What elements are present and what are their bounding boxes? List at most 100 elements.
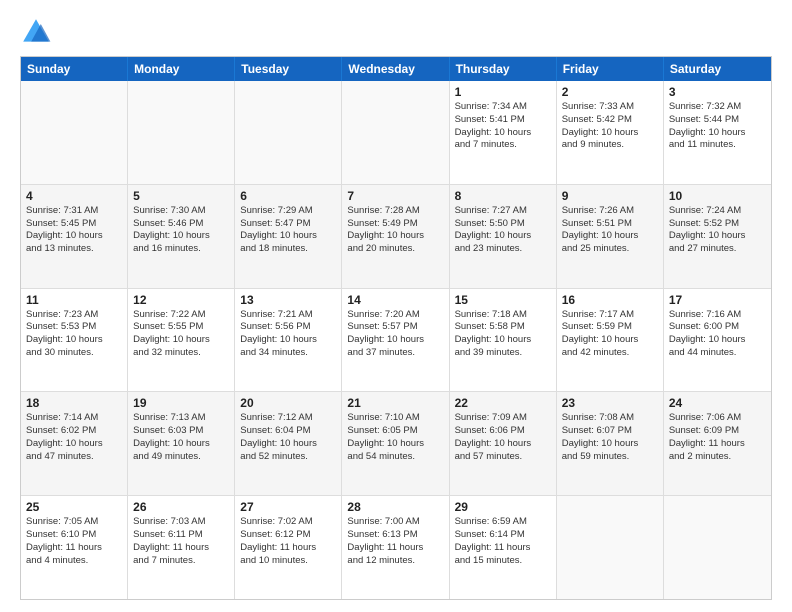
day-number: 12	[133, 293, 229, 307]
calendar-row-4: 25 Sunrise: 7:05 AM Sunset: 6:10 PM Dayli…	[21, 495, 771, 599]
day-info: Sunrise: 7:00 AM Sunset: 6:13 PM Dayligh…	[347, 516, 443, 567]
logo-icon	[20, 16, 52, 48]
day-number: 20	[240, 396, 336, 410]
calendar-row-1: 4Sunrise: 7:31 AM Sunset: 5:45 PM Daylig…	[21, 184, 771, 288]
day-info: Sunrise: 7:29 AM Sunset: 5:47 PM Dayligh…	[240, 205, 336, 256]
day-cell-29: 29 Sunrise: 6:59 AM Sunset: 6:14 PM Dayli…	[450, 496, 557, 599]
day-cell-1: 1 Sunrise: 7:34 AM Sunset: 5:41 PM Daylig…	[450, 81, 557, 184]
day-number: 7	[347, 189, 443, 203]
day-number: 4	[26, 189, 122, 203]
day-number: 17	[669, 293, 766, 307]
day-info: Sunrise: 7:05 AM Sunset: 6:10 PM Dayligh…	[26, 516, 122, 567]
day-info: Sunrise: 7:20 AM Sunset: 5:57 PM Dayligh…	[347, 309, 443, 360]
day-cell-15: 15 Sunrise: 7:18 AM Sunset: 5:58 PM Dayli…	[450, 289, 557, 392]
day-info: Sunrise: 7:30 AM Sunset: 5:46 PM Dayligh…	[133, 205, 229, 256]
day-info: Sunrise: 7:26 AM Sunset: 5:51 PM Dayligh…	[562, 205, 658, 256]
day-number: 25	[26, 500, 122, 514]
day-cell-2: 2 Sunrise: 7:33 AM Sunset: 5:42 PM Daylig…	[557, 81, 664, 184]
empty-cell	[664, 496, 771, 599]
day-number: 21	[347, 396, 443, 410]
day-info: Sunrise: 7:23 AM Sunset: 5:53 PM Dayligh…	[26, 309, 122, 360]
day-info: Sunrise: 7:34 AM Sunset: 5:41 PM Dayligh…	[455, 101, 551, 152]
day-info: Sunrise: 7:27 AM Sunset: 5:50 PM Dayligh…	[455, 205, 551, 256]
day-info: Sunrise: 7:21 AM Sunset: 5:56 PM Dayligh…	[240, 309, 336, 360]
empty-cell	[557, 496, 664, 599]
day-cell-5: 5 Sunrise: 7:30 AM Sunset: 5:46 PM Daylig…	[128, 185, 235, 288]
day-number: 29	[455, 500, 551, 514]
day-info: Sunrise: 7:08 AM Sunset: 6:07 PM Dayligh…	[562, 412, 658, 463]
day-cell-12: 12 Sunrise: 7:22 AM Sunset: 5:55 PM Dayli…	[128, 289, 235, 392]
day-info: Sunrise: 6:59 AM Sunset: 6:14 PM Dayligh…	[455, 516, 551, 567]
day-info: Sunrise: 7:32 AM Sunset: 5:44 PM Dayligh…	[669, 101, 766, 152]
day-info: Sunrise: 7:02 AM Sunset: 6:12 PM Dayligh…	[240, 516, 336, 567]
day-cell-24: 24 Sunrise: 7:06 AM Sunset: 6:09 PM Dayli…	[664, 392, 771, 495]
day-cell-3: 3 Sunrise: 7:32 AM Sunset: 5:44 PM Daylig…	[664, 81, 771, 184]
day-info: Sunrise: 7:16 AM Sunset: 6:00 PM Dayligh…	[669, 309, 766, 360]
day-info: Sunrise: 7:09 AM Sunset: 6:06 PM Dayligh…	[455, 412, 551, 463]
day-number: 14	[347, 293, 443, 307]
day-cell-26: 26 Sunrise: 7:03 AM Sunset: 6:11 PM Dayli…	[128, 496, 235, 599]
empty-cell	[235, 81, 342, 184]
day-cell-16: 16Sunrise: 7:17 AM Sunset: 5:59 PM Dayli…	[557, 289, 664, 392]
day-info: Sunrise: 7:28 AM Sunset: 5:49 PM Dayligh…	[347, 205, 443, 256]
header-day-thursday: Thursday	[450, 57, 557, 81]
day-cell-10: 10 Sunrise: 7:24 AM Sunset: 5:52 PM Dayli…	[664, 185, 771, 288]
day-cell-25: 25 Sunrise: 7:05 AM Sunset: 6:10 PM Dayli…	[21, 496, 128, 599]
day-info: Sunrise: 7:03 AM Sunset: 6:11 PM Dayligh…	[133, 516, 229, 567]
day-number: 26	[133, 500, 229, 514]
day-info: Sunrise: 7:14 AM Sunset: 6:02 PM Dayligh…	[26, 412, 122, 463]
day-info: Sunrise: 7:24 AM Sunset: 5:52 PM Dayligh…	[669, 205, 766, 256]
day-number: 10	[669, 189, 766, 203]
day-number: 27	[240, 500, 336, 514]
day-cell-11: 11 Sunrise: 7:23 AM Sunset: 5:53 PM Dayli…	[21, 289, 128, 392]
day-number: 28	[347, 500, 443, 514]
header-day-sunday: Sunday	[21, 57, 128, 81]
day-cell-4: 4Sunrise: 7:31 AM Sunset: 5:45 PM Daylig…	[21, 185, 128, 288]
day-number: 6	[240, 189, 336, 203]
header-day-wednesday: Wednesday	[342, 57, 449, 81]
day-cell-13: 13 Sunrise: 7:21 AM Sunset: 5:56 PM Dayli…	[235, 289, 342, 392]
day-cell-9: 9 Sunrise: 7:26 AM Sunset: 5:51 PM Daylig…	[557, 185, 664, 288]
empty-cell	[21, 81, 128, 184]
day-cell-23: 23 Sunrise: 7:08 AM Sunset: 6:07 PM Dayli…	[557, 392, 664, 495]
day-info: Sunrise: 7:22 AM Sunset: 5:55 PM Dayligh…	[133, 309, 229, 360]
day-number: 19	[133, 396, 229, 410]
header-day-tuesday: Tuesday	[235, 57, 342, 81]
calendar: SundayMondayTuesdayWednesdayThursdayFrid…	[20, 56, 772, 600]
day-info: Sunrise: 7:13 AM Sunset: 6:03 PM Dayligh…	[133, 412, 229, 463]
day-number: 3	[669, 85, 766, 99]
day-cell-18: 18Sunrise: 7:14 AM Sunset: 6:02 PM Dayli…	[21, 392, 128, 495]
header-day-friday: Friday	[557, 57, 664, 81]
day-cell-21: 21 Sunrise: 7:10 AM Sunset: 6:05 PM Dayli…	[342, 392, 449, 495]
day-cell-17: 17 Sunrise: 7:16 AM Sunset: 6:00 PM Dayli…	[664, 289, 771, 392]
day-number: 23	[562, 396, 658, 410]
calendar-row-0: 1 Sunrise: 7:34 AM Sunset: 5:41 PM Daylig…	[21, 81, 771, 184]
calendar-header: SundayMondayTuesdayWednesdayThursdayFrid…	[21, 57, 771, 81]
day-number: 16	[562, 293, 658, 307]
day-number: 8	[455, 189, 551, 203]
day-number: 15	[455, 293, 551, 307]
header-day-saturday: Saturday	[664, 57, 771, 81]
logo	[20, 16, 56, 48]
day-cell-7: 7 Sunrise: 7:28 AM Sunset: 5:49 PM Daylig…	[342, 185, 449, 288]
empty-cell	[342, 81, 449, 184]
day-number: 1	[455, 85, 551, 99]
day-info: Sunrise: 7:06 AM Sunset: 6:09 PM Dayligh…	[669, 412, 766, 463]
day-cell-27: 27 Sunrise: 7:02 AM Sunset: 6:12 PM Dayli…	[235, 496, 342, 599]
day-number: 2	[562, 85, 658, 99]
day-cell-28: 28 Sunrise: 7:00 AM Sunset: 6:13 PM Dayli…	[342, 496, 449, 599]
day-cell-22: 22Sunrise: 7:09 AM Sunset: 6:06 PM Dayli…	[450, 392, 557, 495]
day-number: 24	[669, 396, 766, 410]
page-header	[20, 16, 772, 48]
day-number: 13	[240, 293, 336, 307]
day-info: Sunrise: 7:10 AM Sunset: 6:05 PM Dayligh…	[347, 412, 443, 463]
day-number: 9	[562, 189, 658, 203]
day-cell-6: 6 Sunrise: 7:29 AM Sunset: 5:47 PM Daylig…	[235, 185, 342, 288]
day-info: Sunrise: 7:12 AM Sunset: 6:04 PM Dayligh…	[240, 412, 336, 463]
day-info: Sunrise: 7:33 AM Sunset: 5:42 PM Dayligh…	[562, 101, 658, 152]
day-number: 5	[133, 189, 229, 203]
day-info: Sunrise: 7:18 AM Sunset: 5:58 PM Dayligh…	[455, 309, 551, 360]
calendar-row-2: 11 Sunrise: 7:23 AM Sunset: 5:53 PM Dayli…	[21, 288, 771, 392]
calendar-row-3: 18Sunrise: 7:14 AM Sunset: 6:02 PM Dayli…	[21, 391, 771, 495]
day-number: 11	[26, 293, 122, 307]
